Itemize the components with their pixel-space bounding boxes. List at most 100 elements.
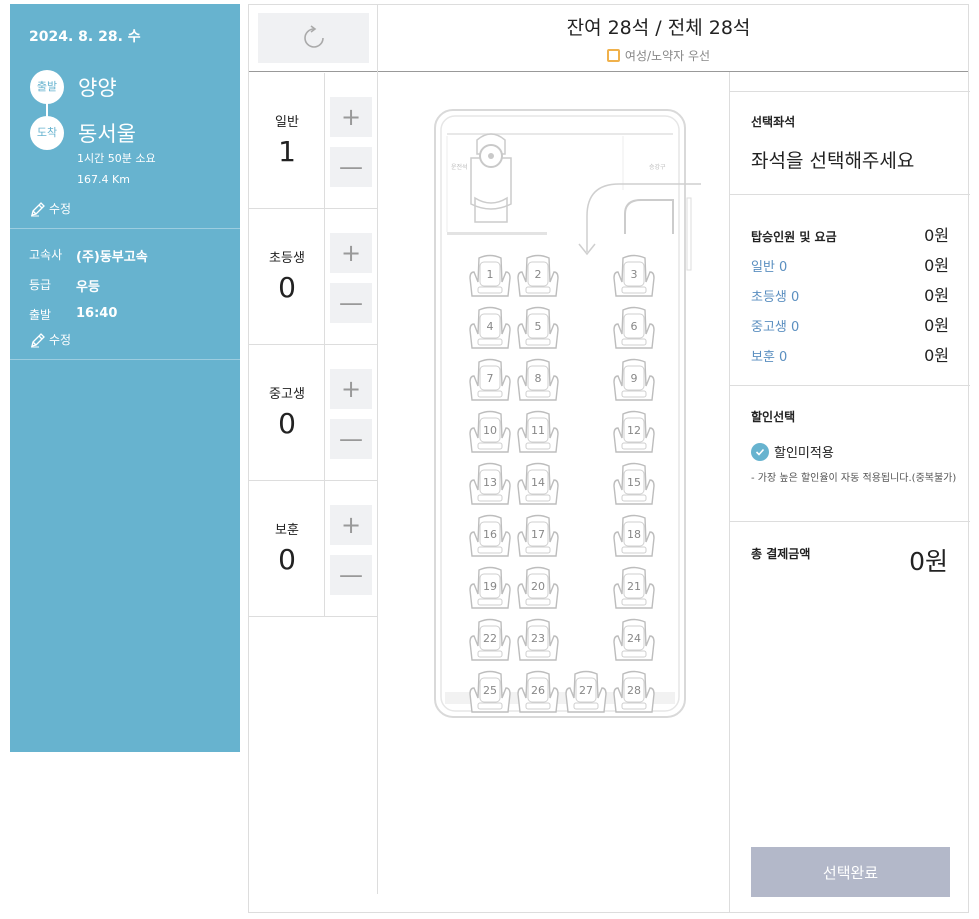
pax-elementary-minus-button[interactable]: — bbox=[330, 283, 372, 323]
seat-number: 13 bbox=[483, 476, 497, 489]
company-label: 고속사 bbox=[29, 248, 63, 262]
pax-veteran-count: 0 bbox=[278, 543, 296, 576]
bus-layout: 운전석 승강구 1 2 34 5 67 8 910 11 1213 14 1516 17 1819 20 2… bbox=[434, 109, 701, 718]
panel-divider bbox=[10, 359, 240, 360]
pax-student-count: 0 bbox=[278, 407, 296, 440]
bus-body bbox=[434, 109, 686, 718]
pax-student-controls: + — bbox=[325, 345, 377, 481]
fare-row-elementary: 초등생 0 0원 bbox=[751, 282, 949, 306]
seat-number: 1 bbox=[487, 268, 494, 281]
seat-number: 6 bbox=[631, 320, 638, 333]
selected-seat-message: 좌석을 선택해주세요 bbox=[751, 150, 915, 172]
company-value: (주)동부고속 bbox=[76, 250, 148, 265]
selected-seat-title: 선택좌석 bbox=[751, 115, 796, 129]
refresh-icon bbox=[303, 25, 324, 48]
summary-divider bbox=[730, 385, 970, 386]
discount-title: 할인선택 bbox=[751, 410, 796, 424]
complete-selection-button[interactable]: 선택완료 bbox=[751, 847, 950, 897]
fare-row-veteran: 보훈 0 0원 bbox=[751, 342, 949, 366]
seat-number: 5 bbox=[535, 320, 542, 333]
seat-number: 14 bbox=[531, 476, 545, 489]
fare-general-value: 0원 bbox=[924, 256, 949, 275]
seat-number: 11 bbox=[531, 424, 545, 437]
seat-number: 4 bbox=[487, 320, 494, 333]
check-icon bbox=[751, 442, 769, 461]
seat-number: 9 bbox=[631, 372, 638, 385]
total-title: 총 결제금액 bbox=[751, 547, 811, 561]
company-row: 고속사 (주)동부고속 bbox=[29, 246, 148, 265]
pax-veteran-controls: + — bbox=[325, 481, 377, 617]
summary-divider bbox=[730, 521, 970, 522]
pencil-icon bbox=[31, 201, 45, 216]
trip-distance: 167.4 Km bbox=[77, 173, 130, 186]
depart-time-value: 16:40 bbox=[76, 306, 118, 321]
pax-general-count: 1 bbox=[278, 135, 296, 168]
seat-number: 20 bbox=[531, 580, 545, 593]
pax-elementary-plus-button[interactable]: + bbox=[330, 233, 372, 273]
fare-elementary-label: 초등생 0 bbox=[751, 290, 800, 305]
pax-elementary-count: 0 bbox=[278, 271, 296, 304]
pax-elementary-label: 초등생 bbox=[269, 251, 305, 266]
fare-row-student: 중고생 0 0원 bbox=[751, 312, 949, 336]
door-rail bbox=[686, 197, 692, 271]
driver-seat-label: 운전석 bbox=[451, 163, 468, 171]
fare-student-value: 0원 bbox=[924, 316, 949, 335]
trip-date: 2024. 8. 28. 수 bbox=[29, 29, 141, 45]
pax-student-plus-button[interactable]: + bbox=[330, 369, 372, 409]
seat-number: 26 bbox=[531, 684, 545, 697]
pax-student-minus-button[interactable]: — bbox=[330, 419, 372, 459]
seat-number: 3 bbox=[631, 268, 638, 281]
fare-veteran-label: 보훈 0 bbox=[751, 350, 788, 365]
booking-summary: 선택좌석 좌석을 선택해주세요 탑승인원 및 요금 0원 일반 0 0원 초등생… bbox=[729, 72, 970, 912]
arrival-badge: 도착 bbox=[30, 116, 64, 150]
refresh-button[interactable] bbox=[258, 13, 369, 63]
bus-seat-map: 운전석 승강구 1 2 3 4 5 6 7 8 9 10 11 12 13 14 15 16 17 18 19 20 2… bbox=[379, 72, 729, 912]
priority-swatch bbox=[606, 49, 620, 62]
pax-veteran-label: 보훈 bbox=[275, 523, 299, 538]
fare-elementary-value: 0원 bbox=[924, 286, 949, 305]
pax-veteran-minus-button[interactable]: — bbox=[330, 555, 372, 595]
pax-general-label: 일반 bbox=[275, 115, 299, 130]
fare-row-general: 일반 0 0원 bbox=[751, 252, 949, 276]
grade-value: 우등 bbox=[76, 280, 100, 295]
departure-terminal: 양양 bbox=[78, 76, 117, 100]
door-label: 승강구 bbox=[649, 163, 666, 171]
seat-number: 15 bbox=[627, 476, 641, 489]
edit-route-label: 수정 bbox=[49, 202, 72, 216]
seat-number: 10 bbox=[483, 424, 497, 437]
pax-general-plus-button[interactable]: + bbox=[330, 97, 372, 137]
pax-column-border bbox=[377, 71, 378, 894]
fare-general-label: 일반 0 bbox=[751, 260, 788, 275]
seat-number: 27 bbox=[579, 684, 593, 697]
pax-general-controls: + — bbox=[325, 73, 377, 209]
depart-time-label: 출발 bbox=[29, 308, 52, 322]
seat-number: 2 bbox=[535, 268, 542, 281]
grade-label: 등급 bbox=[29, 278, 52, 292]
discount-option-none[interactable]: 할인미적용 bbox=[751, 442, 834, 461]
trip-info-panel: 2024. 8. 28. 수 출발 양양 도착 동서울 1시간 50분 소요 1… bbox=[10, 4, 240, 752]
panel-divider bbox=[10, 228, 240, 229]
seat-number: 21 bbox=[627, 580, 641, 593]
edit-bus-link[interactable]: 수정 bbox=[30, 331, 71, 348]
summary-divider bbox=[730, 91, 970, 92]
arrival-terminal: 동서울 bbox=[78, 122, 136, 146]
fare-student-label: 중고생 0 bbox=[751, 320, 800, 335]
pencil-icon bbox=[31, 332, 45, 347]
fare-veteran-value: 0원 bbox=[924, 346, 949, 365]
seat-number: 25 bbox=[483, 684, 497, 697]
seat-number: 23 bbox=[531, 632, 545, 645]
pax-student-label: 중고생 bbox=[269, 387, 305, 402]
seat-number: 7 bbox=[487, 372, 494, 385]
depart-time-row: 출발 16:40 bbox=[29, 306, 117, 323]
summary-divider bbox=[730, 194, 970, 195]
refresh-cell bbox=[249, 5, 378, 71]
pax-veteran-plus-button[interactable]: + bbox=[330, 505, 372, 545]
priority-legend: 여성/노약자 우선 bbox=[379, 47, 938, 64]
pax-elementary: 초등생 0 bbox=[249, 209, 325, 345]
pax-veteran: 보훈 0 bbox=[249, 481, 325, 617]
pax-general-minus-button[interactable]: — bbox=[330, 147, 372, 187]
edit-route-link[interactable]: 수정 bbox=[30, 200, 71, 217]
driver-partition bbox=[447, 232, 547, 235]
priority-legend-label: 여성/노약자 우선 bbox=[624, 49, 711, 63]
seat-number: 28 bbox=[627, 684, 641, 697]
